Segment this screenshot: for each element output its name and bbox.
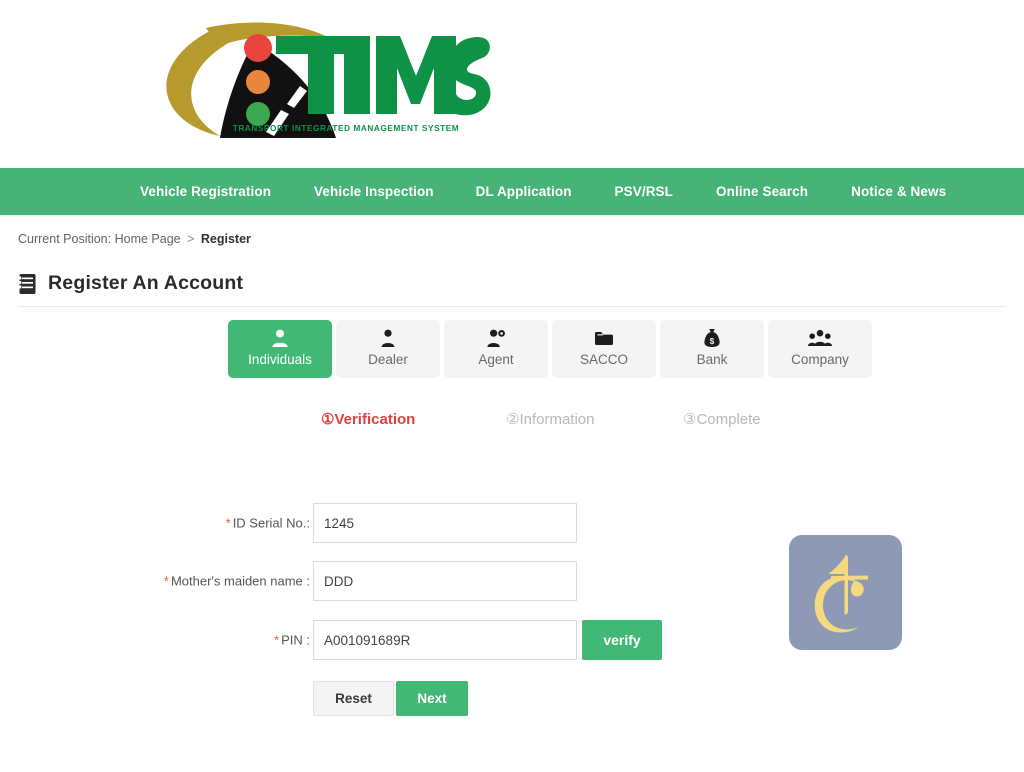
label-text-id-serial-no: ID Serial No.: [232,515,310,531]
label-text-pin: PIN : [281,632,310,648]
field-pin: * PIN : [155,620,310,660]
id-serial-no-input[interactable] [313,503,577,543]
label-text-mothers-maiden-name: Mother's maiden name : [170,573,310,589]
field-mothers-maiden-name: * Mother's maiden name : [155,561,310,601]
verification-form: *ID Serial No.: *Mother's maiden name : … [0,0,1024,772]
field-id-serial-no: * ID Serial No.: [155,503,310,543]
label-mothers-maiden-name: * Mother's maiden name : [164,574,310,589]
next-button[interactable]: Next [396,681,468,716]
verify-button[interactable]: verify [582,620,662,660]
label-id-serial-no: * ID Serial No.: [226,516,310,531]
page-root: TRANSPORT INTEGRATED MANAGEMENT SYSTEM V… [0,0,1024,772]
mothers-maiden-name-input[interactable] [313,561,577,601]
label-pin: * PIN : [274,633,310,648]
reset-button[interactable]: Reset [313,681,394,716]
monogram-tc-glyph [814,554,868,632]
required-marker: * [163,573,169,589]
monogram-tc-icon [789,535,902,650]
required-marker: * [274,632,280,648]
pin-input[interactable] [313,620,577,660]
required-marker: * [225,515,231,531]
